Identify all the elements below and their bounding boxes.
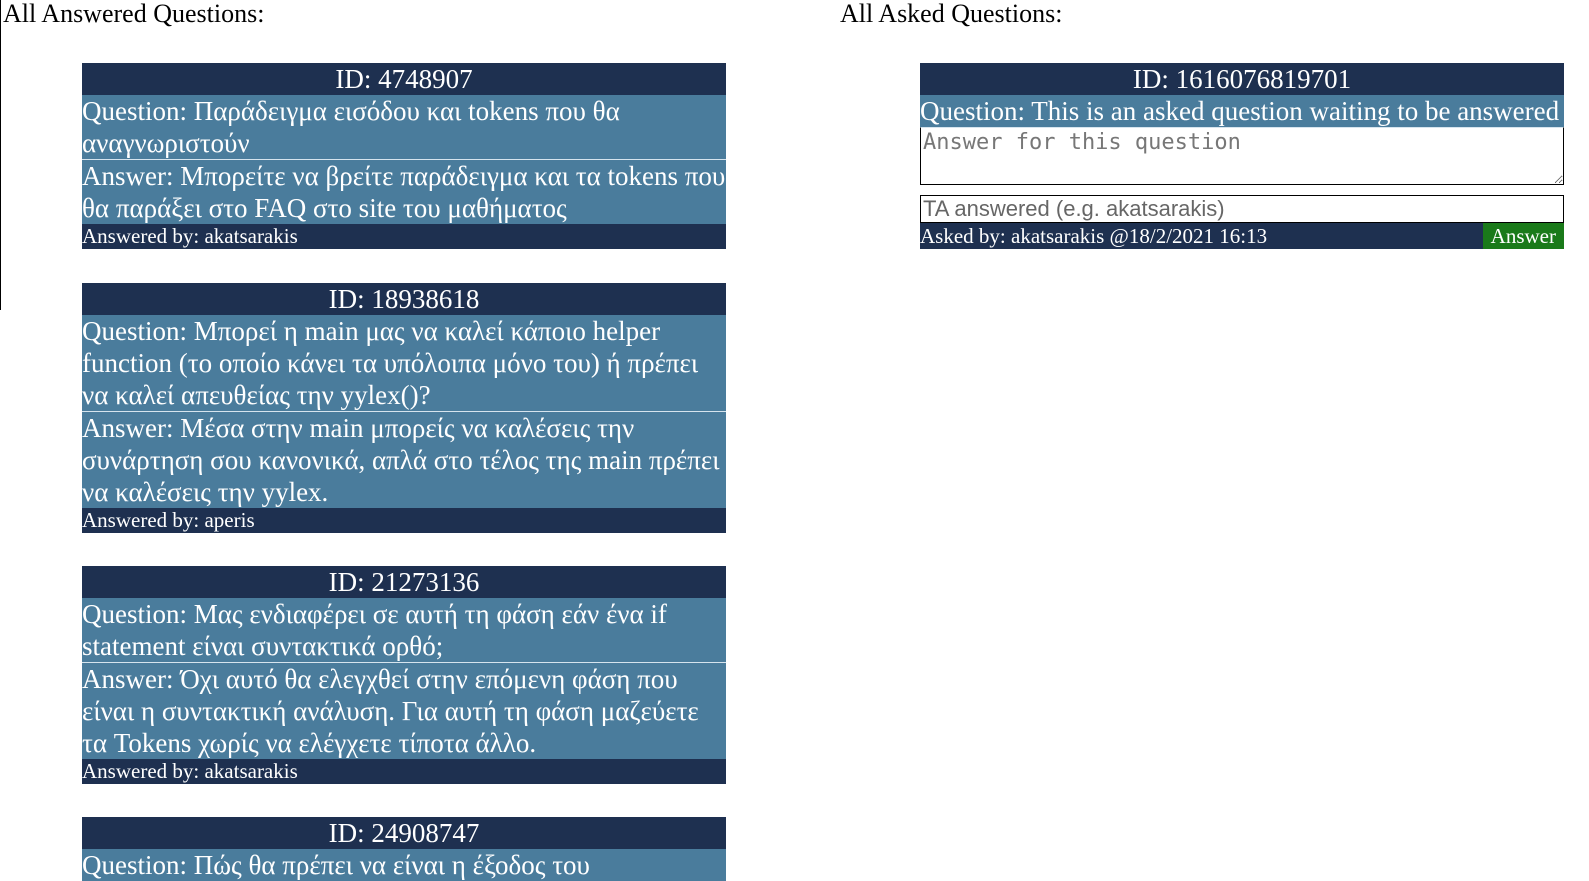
left-border: [0, 0, 1, 310]
answered-question-card: ID: 24908747 Question: Πώς θα πρέπει να …: [82, 817, 726, 881]
answer-text: Answer: Μέσα στην main μπορείς να καλέσε…: [82, 411, 726, 508]
question-text: Question: Πώς θα πρέπει να είναι η έξοδο…: [82, 849, 726, 881]
answered-by: Answered by: aperis: [82, 508, 726, 533]
answer-text: Answer: Όχι αυτό θα ελεγχθεί στην επόμεν…: [82, 662, 726, 759]
question-id: ID: 21273136: [82, 566, 726, 598]
question-text: Question: Μας ενδιαφέρει σε αυτή τη φάση…: [82, 598, 726, 662]
question-id: ID: 18938618: [82, 283, 726, 315]
answer-text: Answer: Μπορείτε να βρείτε παράδειγμα κα…: [82, 159, 726, 224]
question-text: Question: Μπορεί η main μας να καλεί κάπ…: [82, 315, 726, 411]
question-id: ID: 1616076819701: [920, 63, 1564, 95]
question-id: ID: 24908747: [82, 817, 726, 849]
answered-question-card: ID: 21273136 Question: Μας ενδιαφέρει σε…: [82, 566, 726, 784]
asked-by: Asked by: akatsarakis @18/2/2021 16:13: [920, 224, 1268, 248]
ta-answered-input[interactable]: [920, 195, 1564, 223]
answered-question-card: ID: 18938618 Question: Μπορεί η main μας…: [82, 283, 726, 533]
question-text: Question: This is an asked question wait…: [920, 95, 1564, 127]
answer-textarea[interactable]: [920, 127, 1564, 185]
answer-button[interactable]: Answer: [1482, 223, 1564, 249]
answered-question-card: ID: 4748907 Question: Παράδειγμα εισόδου…: [82, 63, 726, 249]
asked-question-card: ID: 1616076819701 Question: This is an a…: [920, 63, 1564, 249]
asked-info-row: Asked by: akatsarakis @18/2/2021 16:13 A…: [920, 223, 1564, 249]
answered-questions-heading: All Answered Questions:: [3, 0, 265, 28]
answered-by: Answered by: akatsarakis: [82, 759, 726, 784]
question-id: ID: 4748907: [82, 63, 726, 95]
asked-questions-heading: All Asked Questions:: [840, 0, 1063, 28]
answered-by: Answered by: akatsarakis: [82, 224, 726, 249]
question-text: Question: Παράδειγμα εισόδου και tokens …: [82, 95, 726, 159]
